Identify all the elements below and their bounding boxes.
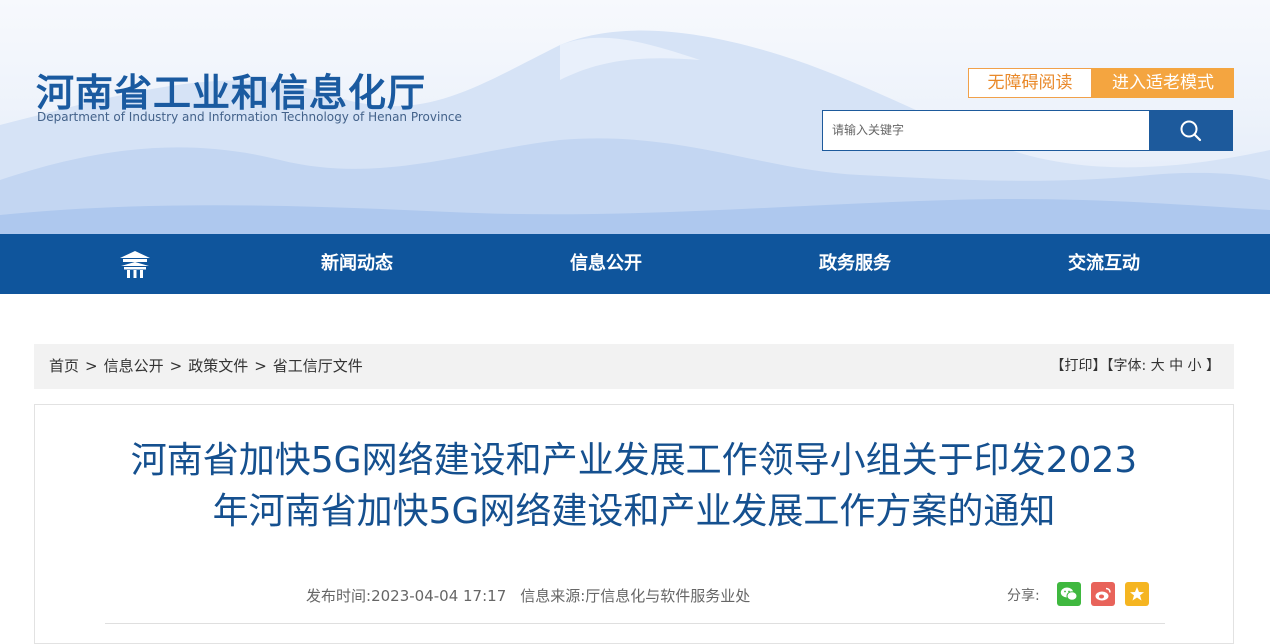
wechat-share-button[interactable] [1057, 582, 1081, 606]
qzone-share-button[interactable] [1125, 582, 1149, 606]
font-size-label: 【字体: [1106, 358, 1147, 374]
home-pavilion-icon [120, 251, 150, 278]
star-icon [1130, 587, 1144, 601]
nav-item-info-disclosure[interactable]: 信息公开 [570, 234, 642, 294]
search-input[interactable] [823, 111, 1132, 149]
page-tools: 【打印】【字体: 大 中 小 】 [1050, 344, 1220, 389]
wechat-icon [1060, 587, 1078, 601]
source-label: 信息来源: [520, 587, 586, 605]
site-title: 河南省工业和信息化厅 [36, 71, 427, 115]
font-large-button[interactable]: 大 [1151, 358, 1165, 374]
nav-home[interactable] [114, 244, 156, 284]
breadcrumb: 首页 > 信息公开 > 政策文件 > 省工信厅文件 [49, 344, 363, 389]
breadcrumb-home[interactable]: 首页 [49, 357, 79, 375]
article-title-line-2: 年河南省加快5G网络建设和产业发展工作方案的通知 [212, 491, 1056, 532]
article-meta: 发布时间:2023-04-04 17:17 信息来源:厅信息化与软件服务业处 [306, 585, 750, 606]
breadcrumb-policy-docs[interactable]: 政策文件 [188, 357, 248, 375]
weibo-icon [1095, 587, 1111, 601]
nav-item-gov-services[interactable]: 政务服务 [819, 234, 891, 294]
share-label: 分享: [1007, 588, 1040, 604]
breadcrumb-separator: > [254, 357, 267, 375]
elder-mode-button[interactable]: 进入适老模式 [1092, 68, 1234, 98]
nav-item-news[interactable]: 新闻动态 [321, 234, 393, 294]
publish-time: 2023-04-04 17:17 [371, 587, 507, 605]
font-medium-button[interactable]: 中 [1169, 358, 1183, 374]
site-header: 河南省工业和信息化厅 Department of Industry and In… [0, 0, 1270, 234]
publish-time-label: 发布时间: [306, 587, 372, 605]
breadcrumb-bar: 首页 > 信息公开 > 政策文件 > 省工信厅文件 【打印】【字体: 大 中 小 】 [34, 344, 1234, 389]
font-small-button[interactable]: 小 [1188, 358, 1202, 374]
search-icon [1180, 120, 1202, 141]
nav-item-interaction[interactable]: 交流互动 [1068, 234, 1140, 294]
article-title: 河南省加快5G网络建设和产业发展工作领导小组关于印发2023 年河南省加快5G网… [35, 435, 1233, 537]
breadcrumb-info-disclosure[interactable]: 信息公开 [104, 357, 164, 375]
article-panel: 河南省加快5G网络建设和产业发展工作领导小组关于印发2023 年河南省加快5G网… [34, 404, 1234, 644]
search-button[interactable] [1149, 110, 1233, 151]
search-box [822, 110, 1150, 151]
print-button[interactable]: 【打印】 [1050, 358, 1106, 374]
meta-divider [105, 623, 1165, 624]
breadcrumb-separator: > [85, 357, 98, 375]
font-size-suffix: 】 [1206, 358, 1220, 374]
breadcrumb-separator: > [169, 357, 183, 375]
main-nav: 新闻动态 信息公开 政务服务 交流互动 [0, 234, 1270, 294]
weibo-share-button[interactable] [1091, 582, 1115, 606]
source: 厅信息化与软件服务业处 [585, 587, 751, 605]
accessibility-button[interactable]: 无障碍阅读 [968, 68, 1092, 98]
breadcrumb-dept-docs[interactable]: 省工信厅文件 [273, 357, 363, 375]
article-title-line-1: 河南省加快5G网络建设和产业发展工作领导小组关于印发2023 [130, 440, 1138, 481]
site-subtitle: Department of Industry and Information T… [37, 110, 462, 124]
